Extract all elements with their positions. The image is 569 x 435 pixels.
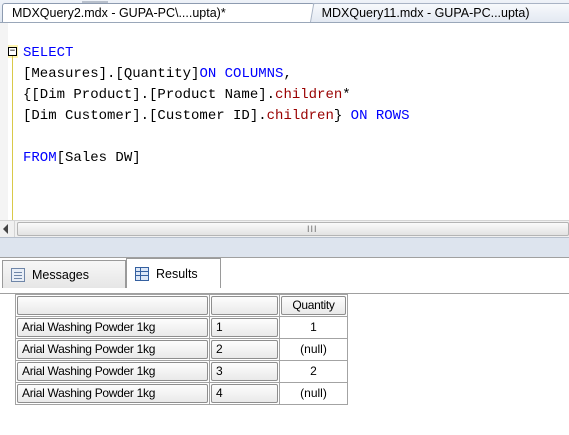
column-header-label (211, 296, 278, 315)
cell-value: (null) (300, 342, 327, 356)
quantity-cell[interactable]: 1 (279, 316, 348, 339)
row-header-label: 3 (211, 362, 278, 381)
table-row[interactable]: Arial Washing Powder 1kg 4 (null) (15, 382, 348, 405)
quantity-cell[interactable]: (null) (279, 382, 348, 405)
column-header-label (17, 296, 208, 315)
quantity-cell[interactable]: (null) (279, 338, 348, 361)
row-header-label: Arial Washing Powder 1kg (17, 362, 208, 381)
results-grid: Quantity Arial Washing Powder 1kg 1 1 Arial … (15, 294, 348, 405)
code-line[interactable]: [Measures].[Quantity]ON COLUMNS, (23, 64, 409, 85)
row-header-label: 1 (211, 318, 278, 337)
collapse-minus-icon[interactable]: − (8, 47, 17, 56)
row-header-label: Arial Washing Powder 1kg (17, 340, 208, 359)
editor-horizontal-scrollbar[interactable]: III (0, 220, 569, 237)
tab-mdxquery11[interactable]: MDXQuery11.mdx - GUPA-PC...upta) (310, 3, 569, 22)
row-header-customer[interactable]: 1 (209, 316, 280, 339)
row-header-product[interactable]: Arial Washing Powder 1kg (15, 338, 210, 361)
grid-header-row[interactable]: Quantity (15, 294, 348, 317)
row-header-product[interactable]: Arial Washing Powder 1kg (15, 316, 210, 339)
tab-label: MDXQuery2.mdx - GUPA-PC\....upta)* (12, 6, 226, 20)
row-header-product[interactable]: Arial Washing Powder 1kg (15, 360, 210, 383)
fold-guide-line (12, 56, 13, 241)
code-line[interactable]: FROM[Sales DW] (23, 148, 409, 169)
row-header-customer[interactable]: 4 (209, 382, 280, 405)
code-function: children (275, 87, 343, 103)
code-function: children (266, 108, 334, 124)
arrow-left-icon (3, 224, 8, 234)
tab-messages[interactable]: Messages (2, 260, 126, 288)
tab-results[interactable]: Results (126, 258, 221, 288)
scroll-left-button[interactable] (0, 221, 15, 237)
tab-mdxquery2[interactable]: MDXQuery2.mdx - GUPA-PC\....upta)* (2, 3, 315, 22)
table-row[interactable]: Arial Washing Powder 1kg 3 2 (15, 360, 348, 383)
row-header-label: Arial Washing Powder 1kg (17, 384, 208, 403)
column-header[interactable] (15, 294, 210, 317)
code-line[interactable] (23, 127, 409, 148)
cell-value: 2 (310, 364, 317, 378)
code-line[interactable]: SELECT (23, 43, 409, 64)
row-header-label: 4 (211, 384, 278, 403)
tab-messages-label: Messages (32, 267, 89, 282)
code-keyword: SELECT (23, 45, 74, 61)
pane-splitter[interactable] (0, 237, 569, 258)
code-text-segment: {[Dim Product].[Product Name]. (23, 87, 276, 103)
tab-label: MDXQuery11.mdx - GUPA-PC...upta) (321, 6, 530, 20)
table-row[interactable]: Arial Washing Powder 1kg 2 (null) (15, 338, 348, 361)
code-text-segment: [Dim Customer].[Customer ID]. (23, 108, 267, 124)
grid-icon (135, 266, 149, 281)
query-editor[interactable]: − SELECT [Measures].[Quantity]ON COLUMNS,… (0, 23, 569, 241)
row-header-product[interactable]: Arial Washing Powder 1kg (15, 382, 210, 405)
column-header[interactable] (209, 294, 280, 317)
tab-results-label: Results (156, 266, 198, 281)
cell-value: 1 (310, 320, 317, 334)
code-line[interactable]: {[Dim Product].[Product Name].children* (23, 85, 409, 106)
column-header-label: Quantity (281, 296, 346, 315)
row-header-label: 2 (211, 340, 278, 359)
code-text-segment: , (283, 66, 292, 82)
quantity-cell[interactable]: 2 (279, 360, 348, 383)
code-text-segment: } (333, 108, 351, 124)
code-text-segment: [Sales DW] (56, 150, 141, 166)
code-text[interactable]: SELECT [Measures].[Quantity]ON COLUMNS,{[… (23, 43, 409, 169)
code-keyword: ON COLUMNS (199, 66, 284, 82)
thumb-grip-icon: III (307, 224, 318, 234)
results-tab-bar: Messages Results (0, 257, 569, 294)
cell-value: (null) (300, 386, 327, 400)
row-header-label: Arial Washing Powder 1kg (17, 318, 208, 337)
table-row[interactable]: Arial Washing Powder 1kg 1 1 (15, 316, 348, 339)
row-header-customer[interactable]: 3 (209, 360, 280, 383)
code-line[interactable]: [Dim Customer].[Customer ID].children} O… (23, 106, 409, 127)
code-text-segment: * (342, 87, 351, 103)
results-grid-area: Quantity Arial Washing Powder 1kg 1 1 Arial … (0, 293, 569, 435)
row-header-customer[interactable]: 2 (209, 338, 280, 361)
scrollbar-thumb[interactable]: III (17, 222, 569, 236)
code-text-segment: [Measures].[Quantity] (23, 66, 200, 82)
document-tab-strip: MDXQuery2.mdx - GUPA-PC\....upta)* MDXQu… (0, 0, 569, 23)
messages-icon (11, 267, 25, 282)
code-keyword: FROM (23, 150, 57, 166)
editor-margin (0, 23, 8, 220)
column-header[interactable]: Quantity (279, 294, 348, 317)
code-keyword: ON ROWS (350, 108, 410, 124)
